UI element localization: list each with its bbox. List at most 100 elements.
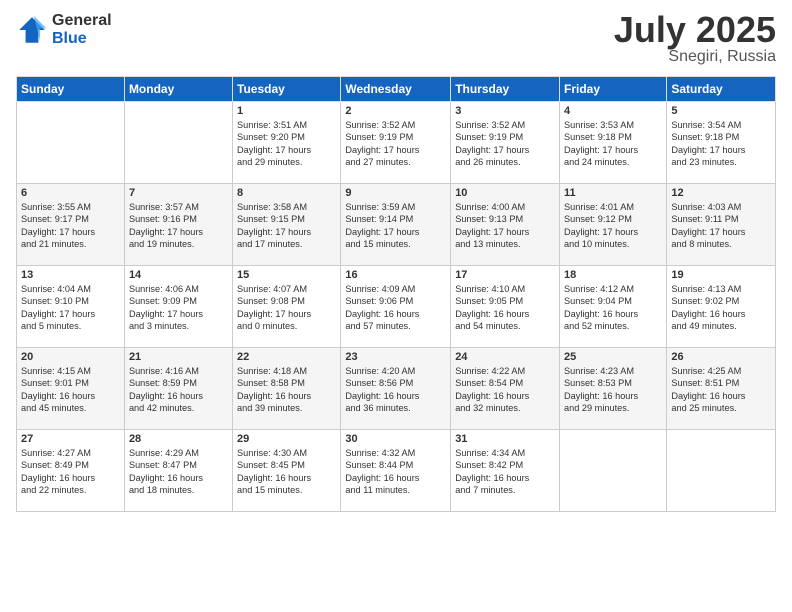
calendar-week-5: 27 Sunrise: 4:27 AM Sunset: 8:49 PM Dayli… [17, 430, 776, 512]
cell-daylight-info: Sunrise: 3:53 AM Sunset: 9:18 PM Dayligh… [564, 119, 662, 169]
table-row: 23Sunrise: 4:20 AM Sunset: 8:56 PM Dayli… [341, 348, 451, 430]
cell-day-number: 15 [237, 269, 336, 281]
table-row: 1 Sunrise: 3:51 AM Sunset: 9:20 PM Daylig… [233, 102, 341, 184]
table-row: 18 Sunrise: 4:12 AM Sunset: 9:04 PM Dayli… [560, 266, 667, 348]
title-area: July 2025 Snegiri, Russia [614, 12, 776, 66]
header: General Blue July 2025 Snegiri, Russia [16, 12, 776, 66]
table-row: 12Sunrise: 4:03 AM Sunset: 9:11 PM Dayli… [667, 184, 776, 266]
col-saturday: Saturday [667, 77, 776, 102]
cell-day-number: 2 [345, 105, 446, 117]
cell-day-number: 13 [21, 269, 120, 281]
cell-daylight-info: Sunrise: 4:23 AM Sunset: 8:53 PM Dayligh… [564, 365, 662, 415]
col-friday: Friday [560, 77, 667, 102]
table-row [560, 430, 667, 512]
cell-daylight-info: Sunrise: 4:04 AM Sunset: 9:10 PM Dayligh… [21, 283, 120, 333]
cell-day-number: 3 [455, 105, 555, 117]
cell-day-number: 16 [345, 269, 446, 281]
calendar-week-3: 13 Sunrise: 4:04 AM Sunset: 9:10 PM Dayli… [17, 266, 776, 348]
cell-daylight-info: Sunrise: 3:55 AM Sunset: 9:17 PM Dayligh… [21, 201, 120, 251]
table-row: 14Sunrise: 4:06 AM Sunset: 9:09 PM Dayli… [124, 266, 232, 348]
cell-daylight-info: Sunrise: 4:20 AM Sunset: 8:56 PM Dayligh… [345, 365, 446, 415]
cell-daylight-info: Sunrise: 4:01 AM Sunset: 9:12 PM Dayligh… [564, 201, 662, 251]
cell-day-number: 1 [237, 105, 336, 117]
logo-text: General Blue [52, 12, 112, 47]
logo-general-text: General [52, 12, 112, 30]
cell-daylight-info: Sunrise: 4:10 AM Sunset: 9:05 PM Dayligh… [455, 283, 555, 333]
col-thursday: Thursday [451, 77, 560, 102]
table-row: 7Sunrise: 3:57 AM Sunset: 9:16 PM Daylig… [124, 184, 232, 266]
table-row: 13 Sunrise: 4:04 AM Sunset: 9:10 PM Dayli… [17, 266, 125, 348]
cell-daylight-info: Sunrise: 3:51 AM Sunset: 9:20 PM Dayligh… [237, 119, 336, 169]
cell-day-number: 28 [129, 433, 228, 445]
cell-day-number: 27 [21, 433, 120, 445]
calendar-table: Sunday Monday Tuesday Wednesday Thursday… [16, 76, 776, 512]
cell-day-number: 8 [237, 187, 336, 199]
cell-day-number: 18 [564, 269, 662, 281]
cell-daylight-info: Sunrise: 4:16 AM Sunset: 8:59 PM Dayligh… [129, 365, 228, 415]
cell-day-number: 17 [455, 269, 555, 281]
cell-daylight-info: Sunrise: 4:15 AM Sunset: 9:01 PM Dayligh… [21, 365, 120, 415]
cell-day-number: 30 [345, 433, 446, 445]
cell-daylight-info: Sunrise: 3:52 AM Sunset: 9:19 PM Dayligh… [345, 119, 446, 169]
table-row: 17 Sunrise: 4:10 AM Sunset: 9:05 PM Dayli… [451, 266, 560, 348]
cell-day-number: 11 [564, 187, 662, 199]
table-row: 20Sunrise: 4:15 AM Sunset: 9:01 PM Dayli… [17, 348, 125, 430]
table-row [17, 102, 125, 184]
cell-daylight-info: Sunrise: 4:32 AM Sunset: 8:44 PM Dayligh… [345, 447, 446, 497]
cell-day-number: 26 [671, 351, 771, 363]
col-sunday: Sunday [17, 77, 125, 102]
cell-day-number: 14 [129, 269, 228, 281]
cell-day-number: 5 [671, 105, 771, 117]
cell-daylight-info: Sunrise: 4:03 AM Sunset: 9:11 PM Dayligh… [671, 201, 771, 251]
calendar-week-4: 20Sunrise: 4:15 AM Sunset: 9:01 PM Dayli… [17, 348, 776, 430]
cell-day-number: 10 [455, 187, 555, 199]
col-monday: Monday [124, 77, 232, 102]
calendar-week-2: 6Sunrise: 3:55 AM Sunset: 9:17 PM Daylig… [17, 184, 776, 266]
cell-daylight-info: Sunrise: 4:22 AM Sunset: 8:54 PM Dayligh… [455, 365, 555, 415]
cell-daylight-info: Sunrise: 3:52 AM Sunset: 9:19 PM Dayligh… [455, 119, 555, 169]
table-row: 26 Sunrise: 4:25 AM Sunset: 8:51 PM Dayli… [667, 348, 776, 430]
table-row: 25Sunrise: 4:23 AM Sunset: 8:53 PM Dayli… [560, 348, 667, 430]
logo: General Blue [16, 12, 112, 47]
cell-daylight-info: Sunrise: 4:00 AM Sunset: 9:13 PM Dayligh… [455, 201, 555, 251]
logo-icon [16, 14, 48, 46]
col-wednesday: Wednesday [341, 77, 451, 102]
cell-daylight-info: Sunrise: 3:58 AM Sunset: 9:15 PM Dayligh… [237, 201, 336, 251]
calendar-week-1: 1 Sunrise: 3:51 AM Sunset: 9:20 PM Daylig… [17, 102, 776, 184]
cell-daylight-info: Sunrise: 4:09 AM Sunset: 9:06 PM Dayligh… [345, 283, 446, 333]
table-row: 2 Sunrise: 3:52 AM Sunset: 9:19 PM Daylig… [341, 102, 451, 184]
table-row [667, 430, 776, 512]
table-row: 27 Sunrise: 4:27 AM Sunset: 8:49 PM Dayli… [17, 430, 125, 512]
cell-day-number: 22 [237, 351, 336, 363]
table-row: 31Sunrise: 4:34 AM Sunset: 8:42 PM Dayli… [451, 430, 560, 512]
table-row: 24Sunrise: 4:22 AM Sunset: 8:54 PM Dayli… [451, 348, 560, 430]
cell-day-number: 9 [345, 187, 446, 199]
cell-daylight-info: Sunrise: 4:34 AM Sunset: 8:42 PM Dayligh… [455, 447, 555, 497]
table-row: 22 Sunrise: 4:18 AM Sunset: 8:58 PM Dayli… [233, 348, 341, 430]
table-row: 16 Sunrise: 4:09 AM Sunset: 9:06 PM Dayli… [341, 266, 451, 348]
table-row: 9 Sunrise: 3:59 AM Sunset: 9:14 PM Daylig… [341, 184, 451, 266]
cell-daylight-info: Sunrise: 4:27 AM Sunset: 8:49 PM Dayligh… [21, 447, 120, 497]
table-row: 30 Sunrise: 4:32 AM Sunset: 8:44 PM Dayli… [341, 430, 451, 512]
table-row: 15 Sunrise: 4:07 AM Sunset: 9:08 PM Dayli… [233, 266, 341, 348]
cell-day-number: 4 [564, 105, 662, 117]
table-row: 6Sunrise: 3:55 AM Sunset: 9:17 PM Daylig… [17, 184, 125, 266]
cell-daylight-info: Sunrise: 4:12 AM Sunset: 9:04 PM Dayligh… [564, 283, 662, 333]
table-row: 19Sunrise: 4:13 AM Sunset: 9:02 PM Dayli… [667, 266, 776, 348]
cell-day-number: 7 [129, 187, 228, 199]
cell-daylight-info: Sunrise: 4:18 AM Sunset: 8:58 PM Dayligh… [237, 365, 336, 415]
cell-day-number: 29 [237, 433, 336, 445]
table-row: 10 Sunrise: 4:00 AM Sunset: 9:13 PM Dayli… [451, 184, 560, 266]
page: General Blue July 2025 Snegiri, Russia S… [0, 0, 792, 612]
cell-daylight-info: Sunrise: 3:59 AM Sunset: 9:14 PM Dayligh… [345, 201, 446, 251]
cell-daylight-info: Sunrise: 4:25 AM Sunset: 8:51 PM Dayligh… [671, 365, 771, 415]
table-row: 8 Sunrise: 3:58 AM Sunset: 9:15 PM Daylig… [233, 184, 341, 266]
cell-daylight-info: Sunrise: 3:54 AM Sunset: 9:18 PM Dayligh… [671, 119, 771, 169]
table-row: 3 Sunrise: 3:52 AM Sunset: 9:19 PM Daylig… [451, 102, 560, 184]
cell-daylight-info: Sunrise: 4:29 AM Sunset: 8:47 PM Dayligh… [129, 447, 228, 497]
cell-daylight-info: Sunrise: 4:07 AM Sunset: 9:08 PM Dayligh… [237, 283, 336, 333]
cell-daylight-info: Sunrise: 4:13 AM Sunset: 9:02 PM Dayligh… [671, 283, 771, 333]
table-row: 4 Sunrise: 3:53 AM Sunset: 9:18 PM Daylig… [560, 102, 667, 184]
calendar-header-row: Sunday Monday Tuesday Wednesday Thursday… [17, 77, 776, 102]
location-subtitle: Snegiri, Russia [614, 48, 776, 66]
